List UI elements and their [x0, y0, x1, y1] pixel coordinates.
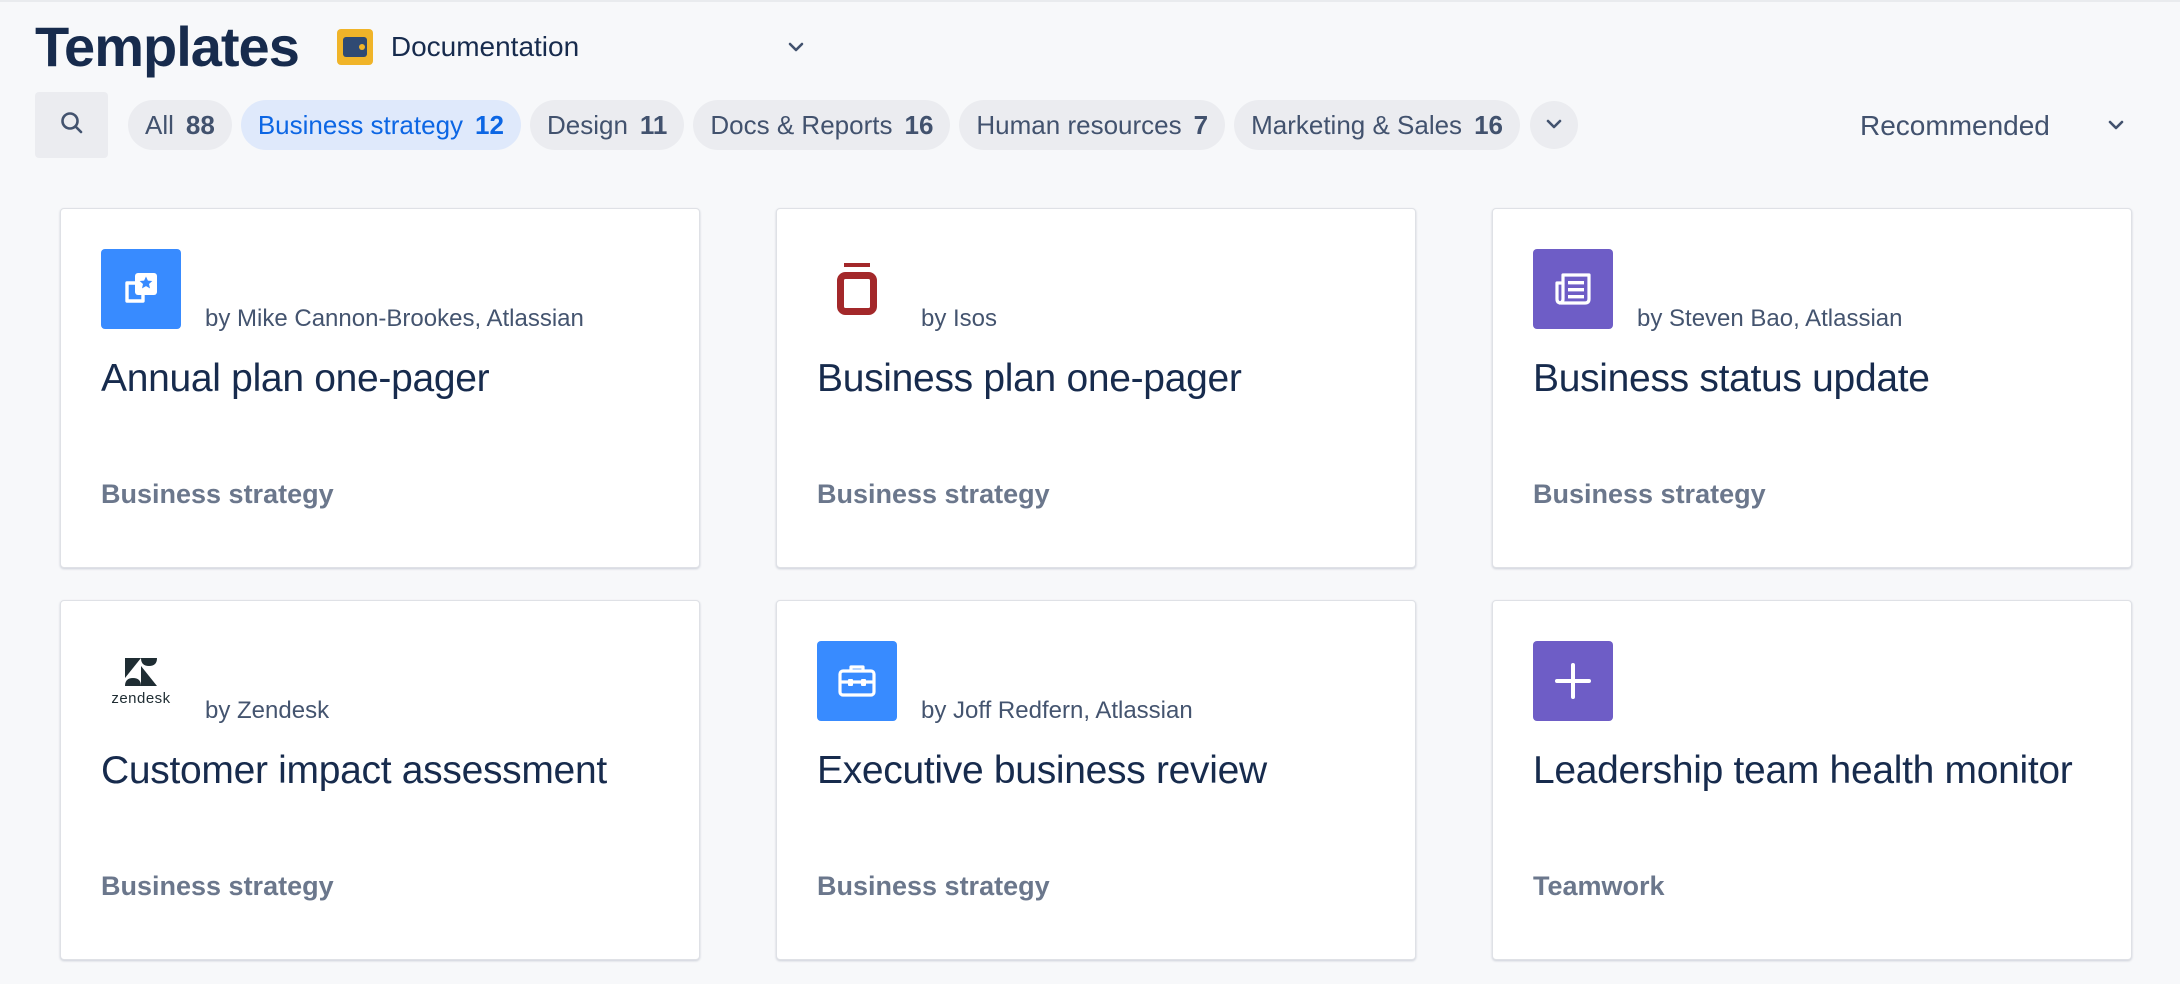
filter-chip-all[interactable]: All 88	[128, 100, 232, 150]
sort-dropdown[interactable]: Recommended	[1860, 100, 2124, 152]
briefcase-icon	[817, 641, 897, 721]
template-card[interactable]: Leadership team health monitor Teamwork	[1492, 600, 2132, 960]
plus-icon	[1533, 641, 1613, 721]
template-category: Business strategy	[817, 871, 1050, 901]
template-category: Business strategy	[101, 479, 334, 509]
template-category: Business strategy	[817, 479, 1050, 509]
chip-label: Human resources	[976, 109, 1182, 140]
template-card[interactable]: by Joff Redfern, Atlassian Executive bus…	[776, 600, 1416, 960]
template-title: Business status update	[1533, 357, 1930, 400]
sort-label: Recommended	[1860, 110, 2050, 141]
star-document-icon	[101, 249, 181, 329]
template-author: by Steven Bao, Atlassian	[1637, 305, 1903, 332]
template-card[interactable]: by Mike Cannon-Brookes, Atlassian Annual…	[60, 208, 700, 568]
page-header: Templates Documentation	[35, 8, 811, 86]
template-title: Executive business review	[817, 749, 1267, 792]
space-name: Documentation	[390, 31, 580, 62]
page-title: Templates	[35, 15, 300, 78]
chevron-down-icon	[2108, 117, 2124, 135]
template-title: Annual plan one-pager	[101, 357, 490, 400]
template-title: Leadership team health monitor	[1533, 749, 2073, 792]
filter-chip-design[interactable]: Design 11	[529, 100, 685, 150]
chip-label: Design	[546, 109, 628, 140]
template-category: Business strategy	[1533, 479, 1766, 509]
search-icon	[59, 110, 85, 141]
template-author: by Zendesk	[205, 697, 330, 724]
chip-label: Marketing & Sales	[1251, 109, 1463, 140]
category-filter-bar: All 88 Business strategy 12 Design 11 Do…	[35, 92, 1578, 158]
template-title: Customer impact assessment	[101, 749, 607, 792]
isos-logo-icon	[817, 249, 897, 329]
chip-count: 16	[1474, 109, 1503, 140]
chip-label: Business strategy	[257, 109, 464, 140]
filter-chip-marketing-sales[interactable]: Marketing & Sales 16	[1234, 100, 1520, 150]
template-category: Business strategy	[101, 871, 334, 901]
search-button[interactable]	[35, 92, 108, 158]
space-avatar-icon	[336, 29, 373, 65]
template-author: by Isos	[921, 305, 998, 332]
zendesk-wordmark: zendesk	[111, 689, 171, 707]
template-card[interactable]: zendesk by Zendesk Customer impact asses…	[60, 600, 700, 960]
chip-count: 7	[1193, 109, 1209, 140]
template-category: Teamwork	[1533, 871, 1665, 901]
chevron-down-icon	[1546, 116, 1562, 134]
filter-chip-human-resources[interactable]: Human resources 7	[959, 100, 1226, 150]
chip-count: 16	[904, 109, 934, 140]
template-card[interactable]: by Steven Bao, Atlassian Business status…	[1492, 208, 2132, 568]
chip-label: All	[145, 109, 174, 140]
template-author: by Mike Cannon-Brookes, Atlassian	[205, 305, 584, 332]
zendesk-logo-icon: zendesk	[101, 641, 181, 721]
newspaper-icon	[1533, 249, 1613, 329]
chip-count: 11	[639, 109, 668, 140]
space-selector[interactable]: Documentation	[336, 24, 811, 70]
chip-label: Docs & Reports	[710, 109, 893, 140]
chevron-down-icon	[781, 32, 811, 62]
chip-count: 88	[185, 109, 215, 140]
template-title: Business plan one-pager	[817, 357, 1242, 400]
filter-chip-docs-reports[interactable]: Docs & Reports 16	[693, 100, 951, 150]
filter-chip-business-strategy[interactable]: Business strategy 12	[240, 100, 521, 150]
template-author: by Joff Redfern, Atlassian	[921, 697, 1193, 724]
more-categories-button[interactable]	[1529, 101, 1578, 149]
top-divider	[0, 0, 2180, 2]
chip-count: 12	[475, 109, 504, 140]
template-card[interactable]: by Isos Business plan one-pager Business…	[776, 208, 1416, 568]
